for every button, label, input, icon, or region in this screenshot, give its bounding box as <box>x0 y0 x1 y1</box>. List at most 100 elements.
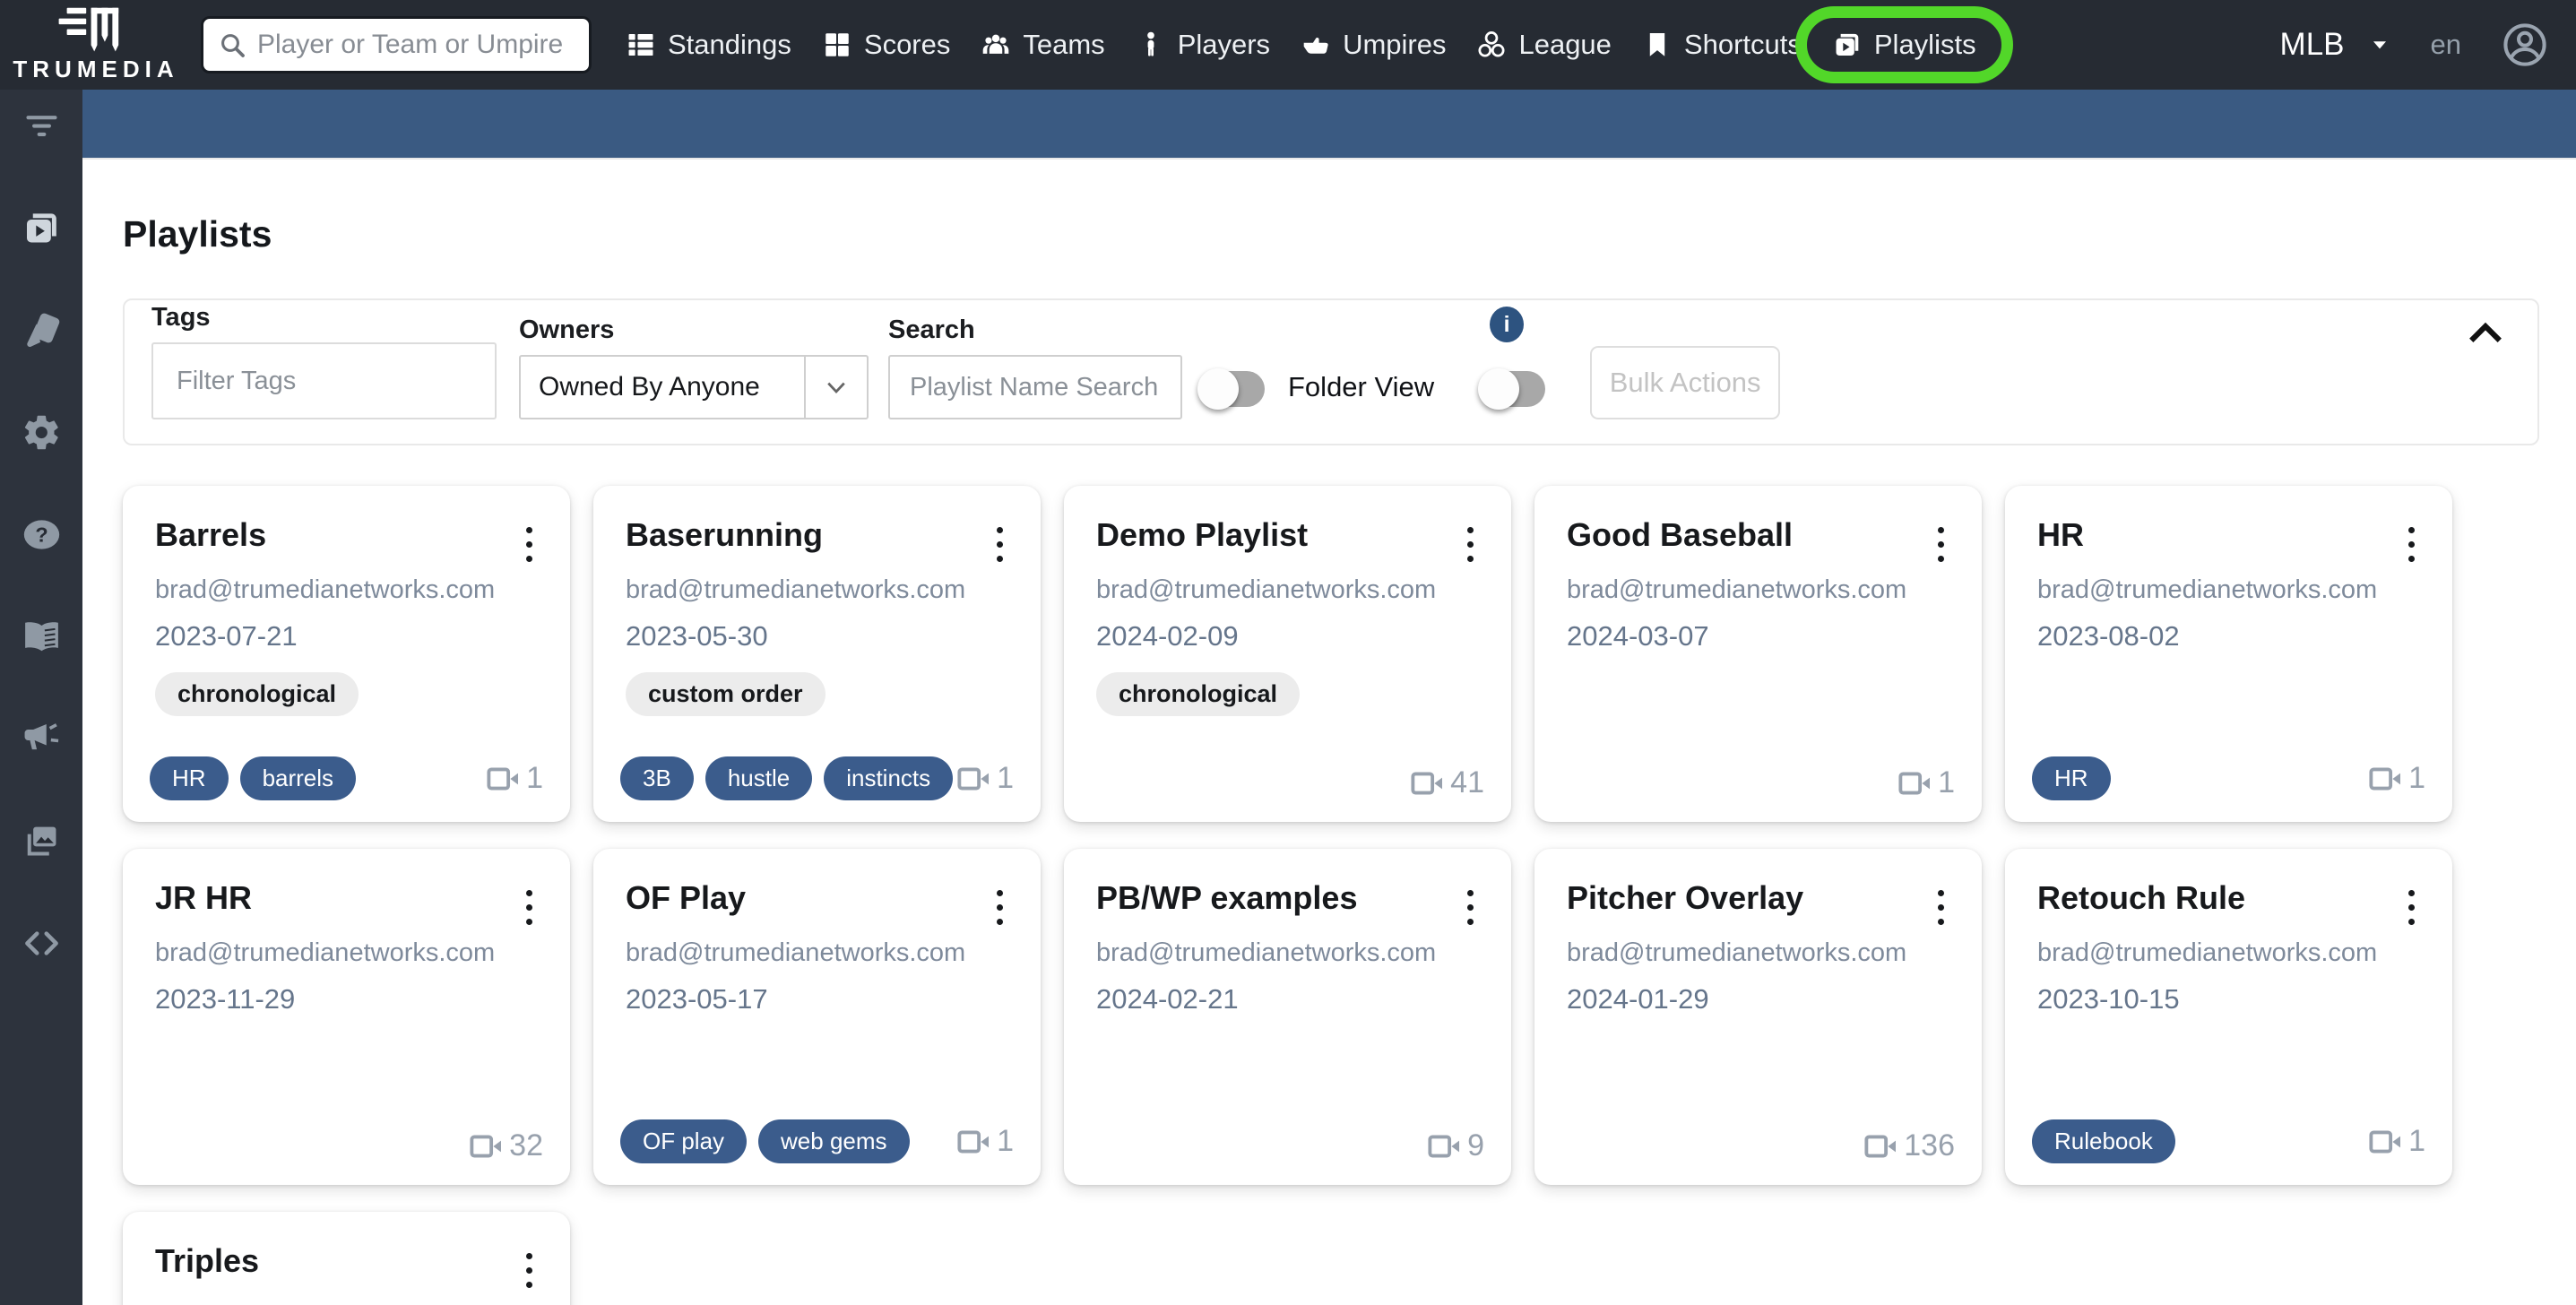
global-search-box[interactable] <box>201 16 592 73</box>
playlist-card-demo-playlist[interactable]: Demo Playlist brad@trumedianetworks.com 20… <box>1064 486 1511 822</box>
shortcuts-icon <box>1642 30 1673 60</box>
nav-item-umpires[interactable]: Umpires <box>1301 29 1446 61</box>
tag-pill-rulebook[interactable]: Rulebook <box>2032 1119 2175 1163</box>
card-footer: Rulebook 1 <box>2032 1119 2425 1163</box>
nav-item-label: Teams <box>1023 29 1105 60</box>
trumedia-logo-icon <box>53 6 139 55</box>
playlist-card-of-play[interactable]: OF Play brad@trumedianetworks.com 2023-05-… <box>593 849 1041 1185</box>
standings-icon <box>626 30 656 60</box>
playlist-owner: brad@trumedianetworks.com <box>626 575 966 604</box>
nav-item-league[interactable]: League <box>1476 29 1612 61</box>
sidebar-announcements-icon[interactable] <box>22 719 62 759</box>
kebab-menu-icon[interactable] <box>1464 523 1477 566</box>
kebab-menu-icon[interactable] <box>993 523 1007 566</box>
account-icon[interactable] <box>2501 21 2549 69</box>
playlist-card-barrels[interactable]: Barrels brad@trumedianetworks.com 2023-07-… <box>123 486 570 822</box>
playlist-title: Triples <box>155 1242 260 1279</box>
tag-pills: 3B hustle instincts <box>620 756 954 800</box>
playlist-owner: brad@trumedianetworks.com <box>2037 938 2378 967</box>
kebab-menu-icon[interactable] <box>993 886 1007 929</box>
tag-pill-hr[interactable]: HR <box>150 756 229 800</box>
playlist-date: 2024-01-29 <box>1567 983 1709 1015</box>
sidebar-docs-icon[interactable] <box>22 617 62 657</box>
kebab-menu-icon[interactable] <box>2405 886 2418 929</box>
playlist-card-pb-wp-examples[interactable]: PB/WP examples brad@trumedianetworks.com 2… <box>1064 849 1511 1185</box>
nav-item-label: Shortcuts <box>1683 29 1802 60</box>
nav-item-shortcuts[interactable]: Shortcuts <box>1642 29 1802 61</box>
card-footer: 1 <box>1561 765 1955 800</box>
kebab-menu-icon[interactable] <box>523 1249 536 1292</box>
sidebar-gallery-icon[interactable] <box>22 821 62 861</box>
playlist-card-triples[interactable]: Triples brad@trumedianetworks.com <box>123 1212 570 1305</box>
nav-item-label: Players <box>1177 29 1271 60</box>
filter-tags-input[interactable] <box>151 342 497 419</box>
info-icon[interactable]: i <box>1490 307 1525 342</box>
bulk-actions-toggle[interactable] <box>1478 368 1546 410</box>
playlist-card-pitcher-overlay[interactable]: Pitcher Overlay brad@trumedianetworks.com… <box>1534 849 1982 1185</box>
tags-label: Tags <box>151 303 211 332</box>
sidebar-settings-icon[interactable] <box>22 412 62 453</box>
language-selector[interactable]: en <box>2431 29 2461 61</box>
playlist-date: 2024-03-07 <box>1567 620 1709 652</box>
playlist-card-hr[interactable]: HR brad@trumedianetworks.com 2023-08-02 HR 1 <box>2005 486 2452 822</box>
camera-icon <box>2368 765 2404 793</box>
kebab-menu-icon[interactable] <box>1934 886 1948 929</box>
video-count: 1 <box>956 761 1014 796</box>
nav-item-teams[interactable]: Teams <box>981 29 1105 61</box>
camera-icon <box>469 1132 505 1161</box>
card-footer: 136 <box>1561 1128 1955 1163</box>
sidebar-help-icon[interactable]: ? <box>22 514 62 555</box>
card-footer: HR 1 <box>2032 756 2425 800</box>
league-selector[interactable]: MLB <box>2280 27 2391 63</box>
tag-pill-of-play[interactable]: OF play <box>620 1119 748 1163</box>
sidebar-code-icon[interactable] <box>22 923 62 964</box>
playlist-title: Pitcher Overlay <box>1567 879 1804 916</box>
secondary-bar <box>82 90 2576 160</box>
kebab-menu-icon[interactable] <box>523 523 536 566</box>
kebab-menu-icon[interactable] <box>1464 886 1477 929</box>
playlist-date: 2024-02-21 <box>1096 983 1239 1015</box>
tag-pill-instincts[interactable]: instincts <box>824 756 954 800</box>
tag-pill-hustle[interactable]: hustle <box>705 756 813 800</box>
scores-icon <box>822 30 852 60</box>
card-footer: 32 <box>150 1128 543 1163</box>
nav-item-scores[interactable]: Scores <box>822 29 950 61</box>
sidebar-tags-icon[interactable] <box>22 310 62 350</box>
owners-select[interactable]: Owned By Anyone <box>519 355 869 419</box>
video-count-value: 1 <box>2408 761 2425 795</box>
kebab-menu-icon[interactable] <box>2405 523 2418 566</box>
trumedia-logo[interactable]: TRUMEDIA <box>13 6 179 83</box>
sidebar-playlists-icon[interactable] <box>22 208 62 248</box>
kebab-menu-icon[interactable] <box>523 886 536 929</box>
camera-icon <box>1897 769 1933 798</box>
video-count: 1 <box>1897 765 1955 800</box>
playlist-date: 2023-05-30 <box>626 620 768 652</box>
playlist-card-baserunning[interactable]: Baserunning brad@trumedianetworks.com 2023… <box>593 486 1041 822</box>
playlist-card-jr-hr[interactable]: JR HR brad@trumedianetworks.com 2023-11-29… <box>123 849 570 1185</box>
folder-view-toggle[interactable] <box>1197 368 1265 410</box>
tag-pill-barrels[interactable]: barrels <box>239 756 357 800</box>
playlist-date: 2024-02-09 <box>1096 620 1239 652</box>
kebab-menu-icon[interactable] <box>1934 523 1948 566</box>
global-search-input[interactable] <box>257 30 575 60</box>
nav-item-playlists[interactable]: Playlists <box>1794 6 2013 83</box>
caret-down-icon <box>2368 33 2391 56</box>
sidebar-filter-icon[interactable] <box>22 106 62 146</box>
nav-item-players[interactable]: Players <box>1136 29 1270 61</box>
chevron-up-icon[interactable] <box>2466 316 2505 347</box>
bulk-actions-button[interactable]: Bulk Actions <box>1590 346 1781 419</box>
playlist-card-retouch-rule[interactable]: Retouch Rule brad@trumedianetworks.com 202… <box>2005 849 2452 1185</box>
nav-item-standings[interactable]: Standings <box>626 29 791 61</box>
tag-pill-3b[interactable]: 3B <box>620 756 694 800</box>
playlist-owner: brad@trumedianetworks.com <box>1567 938 1907 967</box>
topnav-menu: Standings Scores Teams Players Umpires League… <box>626 6 2013 83</box>
sort-order-pill: chronological <box>155 672 359 716</box>
video-count: 9 <box>1427 1128 1484 1163</box>
playlist-title: Good Baseball <box>1567 516 1794 553</box>
playlist-card-good-baseball[interactable]: Good Baseball brad@trumedianetworks.com 20… <box>1534 486 1982 822</box>
tag-pill-web-gems[interactable]: web gems <box>758 1119 910 1163</box>
playlist-name-search-input[interactable] <box>888 355 1182 419</box>
tag-pill-hr[interactable]: HR <box>2032 756 2111 800</box>
trumedia-logo-text: TRUMEDIA <box>13 56 179 82</box>
video-count-value: 41 <box>1450 765 1484 799</box>
